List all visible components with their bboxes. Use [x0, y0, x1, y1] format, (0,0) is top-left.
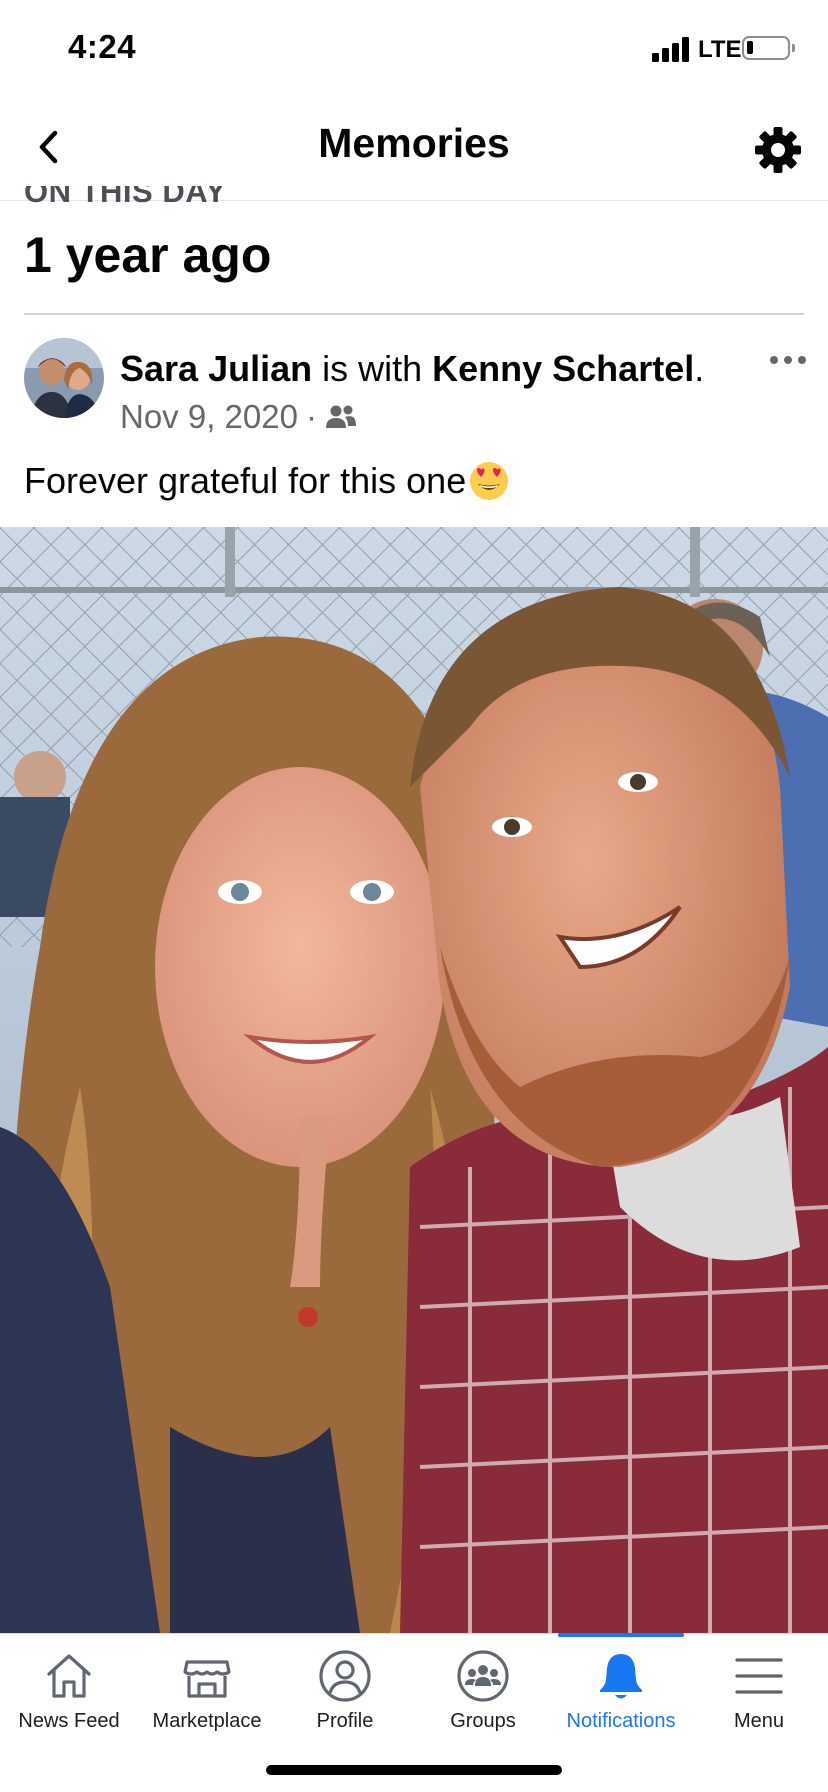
with-text: is with [312, 348, 433, 389]
status-time: 4:24 [68, 28, 137, 65]
tab-label: Groups [450, 1710, 516, 1732]
post-meta: Nov 9, 2020 · [120, 398, 357, 436]
post-text: Forever grateful for this one [24, 460, 510, 502]
page-title: Memories [318, 120, 510, 166]
post-caption: Forever grateful for this one [24, 460, 467, 501]
settings-button[interactable] [752, 124, 804, 176]
post-date[interactable]: Nov 9, 2020 [120, 398, 298, 436]
post-photo[interactable] [0, 527, 828, 1633]
friends-icon [325, 405, 356, 428]
tab-menu[interactable]: Menu [690, 1648, 828, 1758]
tab-groups[interactable]: Groups [414, 1648, 552, 1758]
more-options-button[interactable] [770, 350, 806, 370]
network-type: LTE [698, 36, 742, 63]
end-punctuation: . [694, 348, 705, 389]
gear-icon [755, 127, 801, 173]
tab-label: Profile [316, 1710, 374, 1732]
active-tab-indicator [558, 1633, 684, 1637]
home-icon [47, 1654, 91, 1698]
heart-eyes-emoji-icon [470, 462, 509, 500]
avatar[interactable] [24, 338, 104, 418]
status-bar: 4:24 LTE [0, 0, 828, 96]
battery-icon [742, 36, 795, 60]
divider [24, 313, 804, 315]
profile-icon [319, 1650, 371, 1702]
tab-marketplace[interactable]: Marketplace [138, 1648, 276, 1758]
tab-label: News Feed [18, 1710, 120, 1732]
menu-icon [735, 1658, 783, 1694]
author-name[interactable]: Sara Julian [120, 348, 312, 389]
signal-strength-icon [652, 36, 694, 62]
tab-news-feed[interactable]: News Feed [0, 1648, 138, 1758]
tab-label: Marketplace [152, 1710, 262, 1732]
tab-label: Menu [733, 1710, 785, 1732]
on-this-day-label: ON THIS DAY [24, 186, 227, 209]
meta-separator: · [305, 398, 317, 435]
bell-icon [600, 1654, 642, 1699]
tab-notifications[interactable]: Notifications [552, 1648, 690, 1758]
tab-label: Notifications [566, 1710, 676, 1732]
marketplace-icon [183, 1660, 231, 1698]
years-ago-heading: 1 year ago [24, 227, 272, 283]
groups-icon [457, 1650, 509, 1702]
tagged-name[interactable]: Kenny Schartel [432, 348, 694, 389]
post-author-line: Sara Julian is with Kenny Schartel. [120, 348, 704, 390]
tab-profile[interactable]: Profile [276, 1648, 414, 1758]
home-indicator[interactable] [266, 1765, 562, 1775]
